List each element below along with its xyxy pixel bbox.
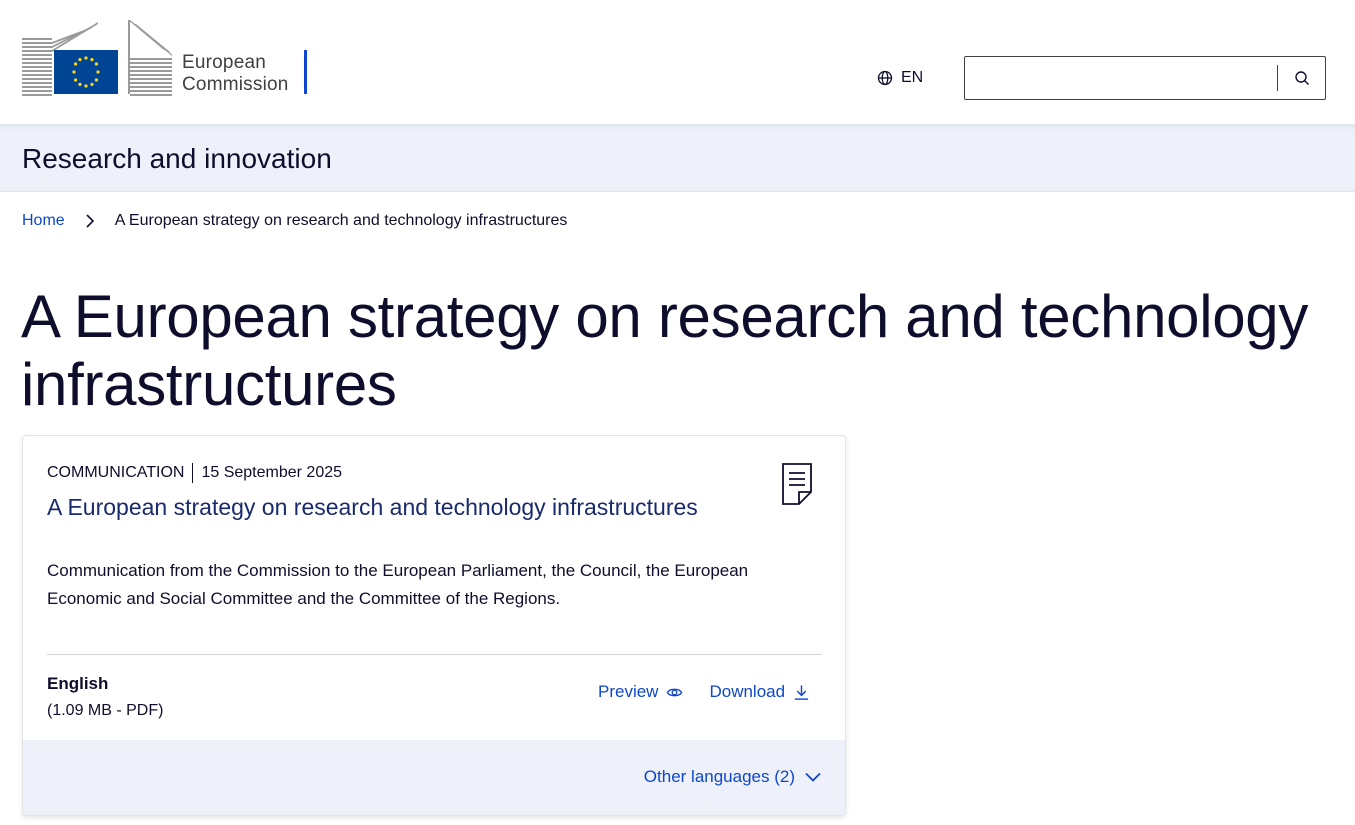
download-link[interactable]: Download bbox=[709, 682, 810, 702]
card-footer: Other languages (2) bbox=[23, 740, 845, 815]
language-code: EN bbox=[901, 69, 924, 86]
chevron-right-icon bbox=[86, 214, 94, 228]
search-icon bbox=[1294, 71, 1309, 85]
breadcrumb-home-link[interactable]: Home bbox=[22, 212, 65, 230]
preview-label: Preview bbox=[598, 682, 659, 701]
page-title: A European strategy on research and tech… bbox=[21, 283, 1309, 418]
language-selector[interactable]: EN bbox=[877, 67, 923, 89]
logo-line-1: European bbox=[182, 52, 267, 73]
document-date: 15 September 2025 bbox=[201, 464, 343, 481]
site-name-band: Research and innovation bbox=[0, 124, 1355, 192]
chevron-down-icon bbox=[805, 772, 821, 782]
search-button[interactable] bbox=[1278, 57, 1325, 99]
file-actions: Preview Download bbox=[598, 682, 810, 702]
breadcrumb-current: A European strategy on research and tech… bbox=[114, 212, 568, 229]
eye-icon bbox=[667, 688, 683, 696]
document-description: Communication from the Commission to the… bbox=[47, 561, 749, 608]
download-icon bbox=[794, 684, 809, 700]
site-name[interactable]: Research and innovation bbox=[22, 143, 332, 175]
document-card: COMMUNICATION 15 September 2025 A Europe… bbox=[22, 435, 846, 816]
file-info: (1.09 MB - PDF) bbox=[47, 702, 164, 719]
other-languages-label: Other languages (2) bbox=[643, 767, 795, 786]
preview-link[interactable]: Preview bbox=[598, 682, 683, 702]
globe-icon bbox=[877, 70, 893, 86]
european-commission-logo[interactable]: European Commission bbox=[22, 18, 322, 98]
document-title: A European strategy on research and tech… bbox=[47, 494, 698, 520]
site-header: European Commission EN bbox=[0, 0, 1355, 124]
card-divider bbox=[47, 654, 822, 655]
file-language: English bbox=[47, 674, 109, 693]
logo-divider bbox=[304, 50, 307, 94]
ec-emblem-icon bbox=[22, 20, 172, 96]
search-form bbox=[964, 56, 1326, 100]
document-type: COMMUNICATION bbox=[47, 464, 185, 481]
download-label: Download bbox=[709, 682, 786, 701]
document-icon bbox=[782, 463, 812, 505]
search-input[interactable] bbox=[965, 58, 1277, 98]
breadcrumb: Home A European strategy on research and… bbox=[22, 212, 567, 230]
logo-text: European Commission bbox=[182, 52, 289, 96]
other-languages-toggle[interactable]: Other languages (2) bbox=[644, 767, 821, 787]
logo-line-2: Commission bbox=[182, 74, 289, 95]
meta-separator bbox=[192, 463, 194, 483]
document-meta: COMMUNICATION 15 September 2025 bbox=[47, 463, 342, 483]
